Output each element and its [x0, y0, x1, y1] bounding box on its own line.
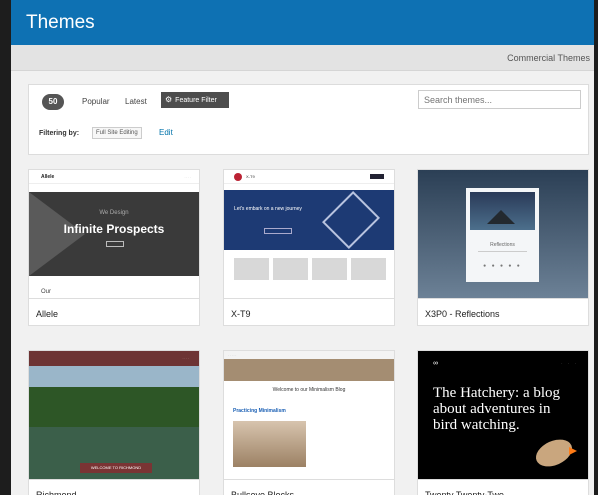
feature-filter-button[interactable]: ⚙ Feature Filter — [161, 92, 229, 108]
theme-card-allele[interactable]: Allele · · · · We Design Infinite Prospe… — [28, 169, 200, 326]
theme-card-x-t9[interactable]: X-T9 Let's embark on a new journey X-T9 — [223, 169, 395, 326]
feature-filter-label: Feature Filter — [175, 97, 217, 104]
theme-name: Bullseye Blocks — [224, 479, 394, 495]
bullseye-welcome: Welcome to our Minimalism Blog — [272, 387, 346, 393]
theme-count-badge: 50 — [42, 94, 64, 110]
x-t9-cta-button — [370, 174, 384, 179]
x3p0-title: Reflections — [490, 242, 515, 248]
x-t9-logo-icon — [234, 173, 242, 181]
theme-name: Twenty Twenty-Two — [418, 479, 588, 495]
twenty-twenty-two-hero: The Hatchery: a blog about adventures in… — [433, 385, 561, 433]
richmond-nav: · · · · — [182, 356, 190, 360]
commercial-themes-link[interactable]: Commercial Themes — [507, 53, 590, 63]
theme-card-x3p0-reflections[interactable]: Reflections ● ● ● ● ● X3P0 - Reflections — [417, 169, 589, 326]
x-t9-gallery-item — [273, 258, 308, 280]
x3p0-preview: Reflections ● ● ● ● ● — [418, 170, 588, 298]
x-t9-logo-text: X-T9 — [246, 174, 255, 179]
theme-name: Allele — [29, 298, 199, 327]
filtering-by-label: Filtering by: — [39, 130, 80, 137]
x-t9-hero: Let's embark on a new journey — [224, 190, 394, 250]
allele-preview: Allele · · · · We Design Infinite Prospe… — [29, 170, 199, 298]
x-t9-hero-button — [264, 228, 292, 234]
x3p0-social-icons: ● ● ● ● ● — [483, 263, 522, 269]
bullseye-post-image — [233, 421, 306, 467]
x-t9-preview: X-T9 Let's embark on a new journey — [224, 170, 394, 298]
bullseye-hero — [224, 359, 394, 381]
theme-card-twenty-twenty-two[interactable]: ∞ · · · The Hatchery: a blog about adven… — [417, 350, 589, 495]
x-t9-gallery-item — [234, 258, 269, 280]
allele-hero: We Design Infinite Prospects — [29, 192, 199, 276]
allele-hero-button — [106, 241, 124, 247]
x-t9-gallery-item — [351, 258, 386, 280]
allele-hero-title: Infinite Prospects — [63, 222, 165, 236]
x3p0-mountain — [487, 210, 515, 224]
x3p0-panel: Reflections ● ● ● ● ● — [466, 188, 539, 282]
allele-nav: · · · · — [184, 175, 192, 179]
themes-window: Themes Commercial Themes 50 Popular Late… — [0, 0, 598, 495]
x3p0-image — [470, 192, 535, 230]
page-header: Themes — [11, 0, 594, 45]
theme-name: X3P0 - Reflections — [418, 298, 588, 327]
twenty-twenty-two-preview: ∞ · · · The Hatchery: a blog about adven… — [418, 351, 588, 479]
bird-beak — [569, 447, 577, 455]
x-t9-hero-title: Let's embark on a new journey — [234, 206, 302, 212]
bullseye-post-title: Practicing Minimalism — [233, 408, 286, 414]
tab-latest[interactable]: Latest — [125, 97, 147, 106]
allele-our-text: Our — [41, 289, 52, 295]
tab-popular[interactable]: Popular — [82, 97, 110, 106]
theme-card-bullseye-blocks[interactable]: · · · · · Welcome to our Minimalism Blog… — [223, 350, 395, 495]
bullseye-menu: · · · · · — [224, 351, 394, 359]
allele-logo: Allele — [41, 174, 55, 180]
theme-filter-panel: 50 Popular Latest ⚙Feature Filter Filter… — [28, 84, 589, 155]
theme-name: Richmond — [29, 479, 199, 495]
search-themes-input[interactable] — [418, 90, 581, 109]
richmond-welcome-banner: WELCOME TO RICHMOND — [80, 463, 152, 473]
x-t9-gallery-item — [312, 258, 347, 280]
edit-filter-link[interactable]: Edit — [159, 128, 173, 137]
full-site-editing-chip[interactable]: Full Site Editing — [92, 127, 142, 139]
theme-name: X-T9 — [224, 298, 394, 327]
twenty-twenty-two-logo: ∞ — [433, 360, 438, 367]
allele-nav-bar — [29, 170, 199, 184]
gear-icon: ⚙ — [165, 95, 173, 104]
page-title: Themes — [26, 12, 95, 33]
allele-small-title: We Design — [99, 210, 129, 216]
theme-card-richmond[interactable]: · · · · WELCOME TO RICHMOND Richmond — [28, 350, 200, 495]
sub-navigation: Commercial Themes — [11, 45, 594, 71]
richmond-header — [29, 351, 199, 366]
x3p0-divider — [478, 251, 527, 252]
x-t9-emblem — [322, 191, 380, 249]
bullseye-preview: · · · · · Welcome to our Minimalism Blog… — [224, 351, 394, 479]
richmond-preview: · · · · WELCOME TO RICHMOND — [29, 351, 199, 479]
twenty-twenty-two-nav: · · · — [561, 361, 576, 365]
richmond-trees — [29, 387, 199, 427]
